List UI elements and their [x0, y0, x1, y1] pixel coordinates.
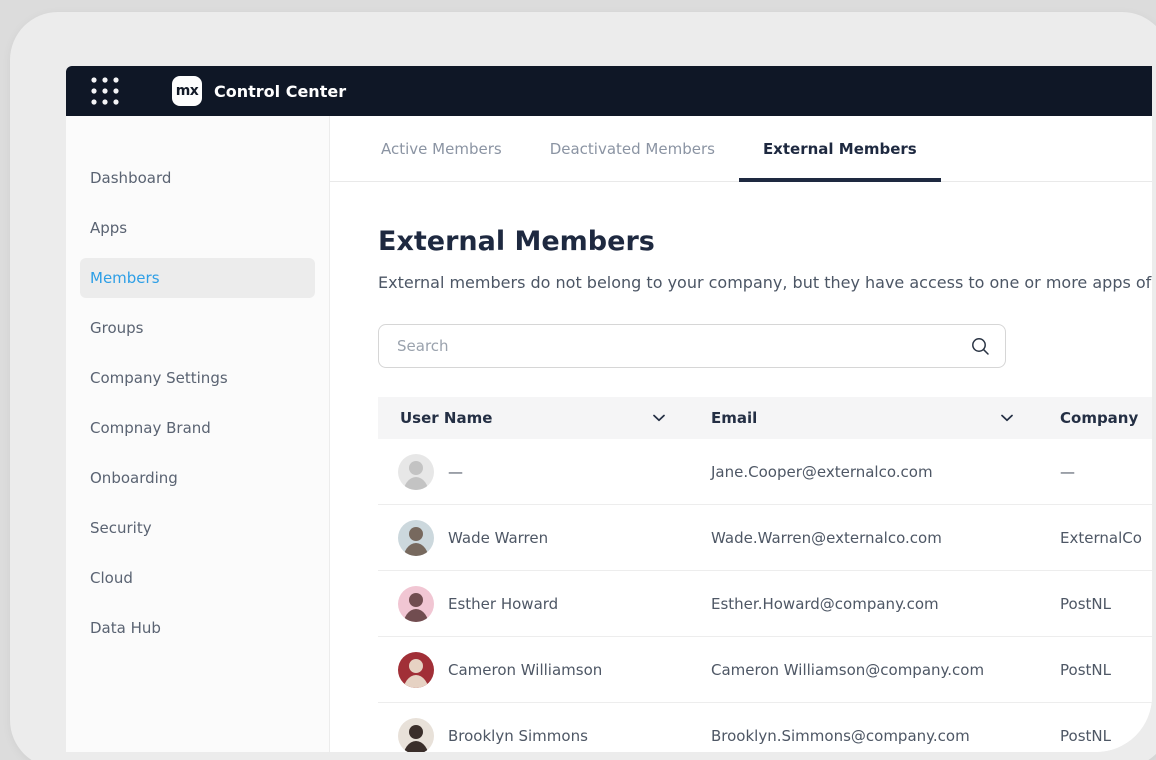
member-company: PostNL	[1060, 661, 1152, 679]
table-row[interactable]: — Jane.Cooper@externalco.com —	[378, 439, 1152, 505]
column-header-label: User Name	[400, 409, 492, 427]
page-content: External Members External members do not…	[330, 182, 1152, 752]
tab-bar: Active Members Deactivated Members Exter…	[330, 116, 1152, 182]
member-name: Wade Warren	[448, 529, 548, 547]
column-header-email[interactable]: Email	[711, 409, 1060, 427]
member-company: —	[1060, 463, 1152, 481]
table-row[interactable]: Esther Howard Esther.Howard@company.com …	[378, 571, 1152, 637]
sidebar-item-members[interactable]: Members	[80, 258, 315, 298]
search-icon	[971, 337, 990, 356]
photo-avatar	[398, 652, 434, 688]
sidebar: Dashboard Apps Members Groups Company Se…	[66, 116, 330, 752]
member-name: —	[448, 463, 463, 481]
photo-avatar	[398, 520, 434, 556]
member-email: Wade.Warren@externalco.com	[711, 529, 1060, 547]
member-company: PostNL	[1060, 595, 1152, 613]
tab-external-members[interactable]: External Members	[739, 116, 941, 181]
member-name: Cameron Williamson	[448, 661, 602, 679]
sidebar-item-cloud[interactable]: Cloud	[80, 558, 315, 598]
tab-active-members[interactable]: Active Members	[357, 116, 526, 181]
chevron-down-icon	[653, 414, 665, 422]
member-company: ExternalCo	[1060, 529, 1152, 547]
member-email: Esther.Howard@company.com	[711, 595, 1060, 613]
placeholder-avatar	[398, 454, 434, 490]
member-email: Brooklyn.Simmons@company.com	[711, 727, 1060, 745]
sidebar-item-onboarding[interactable]: Onboarding	[80, 458, 315, 498]
mx-logo: mx	[172, 76, 202, 106]
main-content: Active Members Deactivated Members Exter…	[330, 116, 1152, 752]
member-name: Brooklyn Simmons	[448, 727, 588, 745]
page-description: External members do not belong to your c…	[378, 273, 1152, 292]
sidebar-item-data-hub[interactable]: Data Hub	[80, 608, 315, 648]
search-button[interactable]	[967, 337, 1005, 356]
sidebar-item-company-settings[interactable]: Company Settings	[80, 358, 315, 398]
table-header-row: User Name Email Company	[378, 397, 1152, 439]
sidebar-item-dashboard[interactable]: Dashboard	[80, 158, 315, 198]
sidebar-item-groups[interactable]: Groups	[80, 308, 315, 348]
mx-logo-text: mx	[176, 83, 199, 99]
sidebar-item-company-brand[interactable]: Compnay Brand	[80, 408, 315, 448]
members-table: User Name Email Company	[378, 397, 1152, 752]
column-header-company: Company	[1060, 409, 1152, 427]
photo-avatar	[398, 718, 434, 753]
table-row[interactable]: Brooklyn Simmons Brooklyn.Simmons@compan…	[378, 703, 1152, 752]
column-header-user-name[interactable]: User Name	[378, 409, 711, 427]
app-title: Control Center	[214, 82, 346, 101]
sidebar-item-security[interactable]: Security	[80, 508, 315, 548]
column-header-label: Company	[1060, 409, 1138, 427]
app-window: mx Control Center Dashboard Apps Members…	[66, 66, 1152, 752]
column-header-label: Email	[711, 409, 757, 427]
member-email: Cameron Williamson@company.com	[711, 661, 1060, 679]
search-input[interactable]	[379, 337, 967, 355]
chevron-down-icon	[1001, 414, 1013, 422]
top-bar: mx Control Center	[66, 66, 1152, 116]
apps-grid-icon[interactable]	[90, 76, 120, 106]
table-row[interactable]: Cameron Williamson Cameron Williamson@co…	[378, 637, 1152, 703]
sidebar-item-apps[interactable]: Apps	[80, 208, 315, 248]
photo-avatar	[398, 586, 434, 622]
member-email: Jane.Cooper@externalco.com	[711, 463, 1060, 481]
page-title: External Members	[378, 226, 1152, 257]
app-body: Dashboard Apps Members Groups Company Se…	[66, 116, 1152, 752]
search-box	[378, 324, 1006, 368]
tab-deactivated-members[interactable]: Deactivated Members	[526, 116, 739, 181]
table-row[interactable]: Wade Warren Wade.Warren@externalco.com E…	[378, 505, 1152, 571]
member-name: Esther Howard	[448, 595, 558, 613]
